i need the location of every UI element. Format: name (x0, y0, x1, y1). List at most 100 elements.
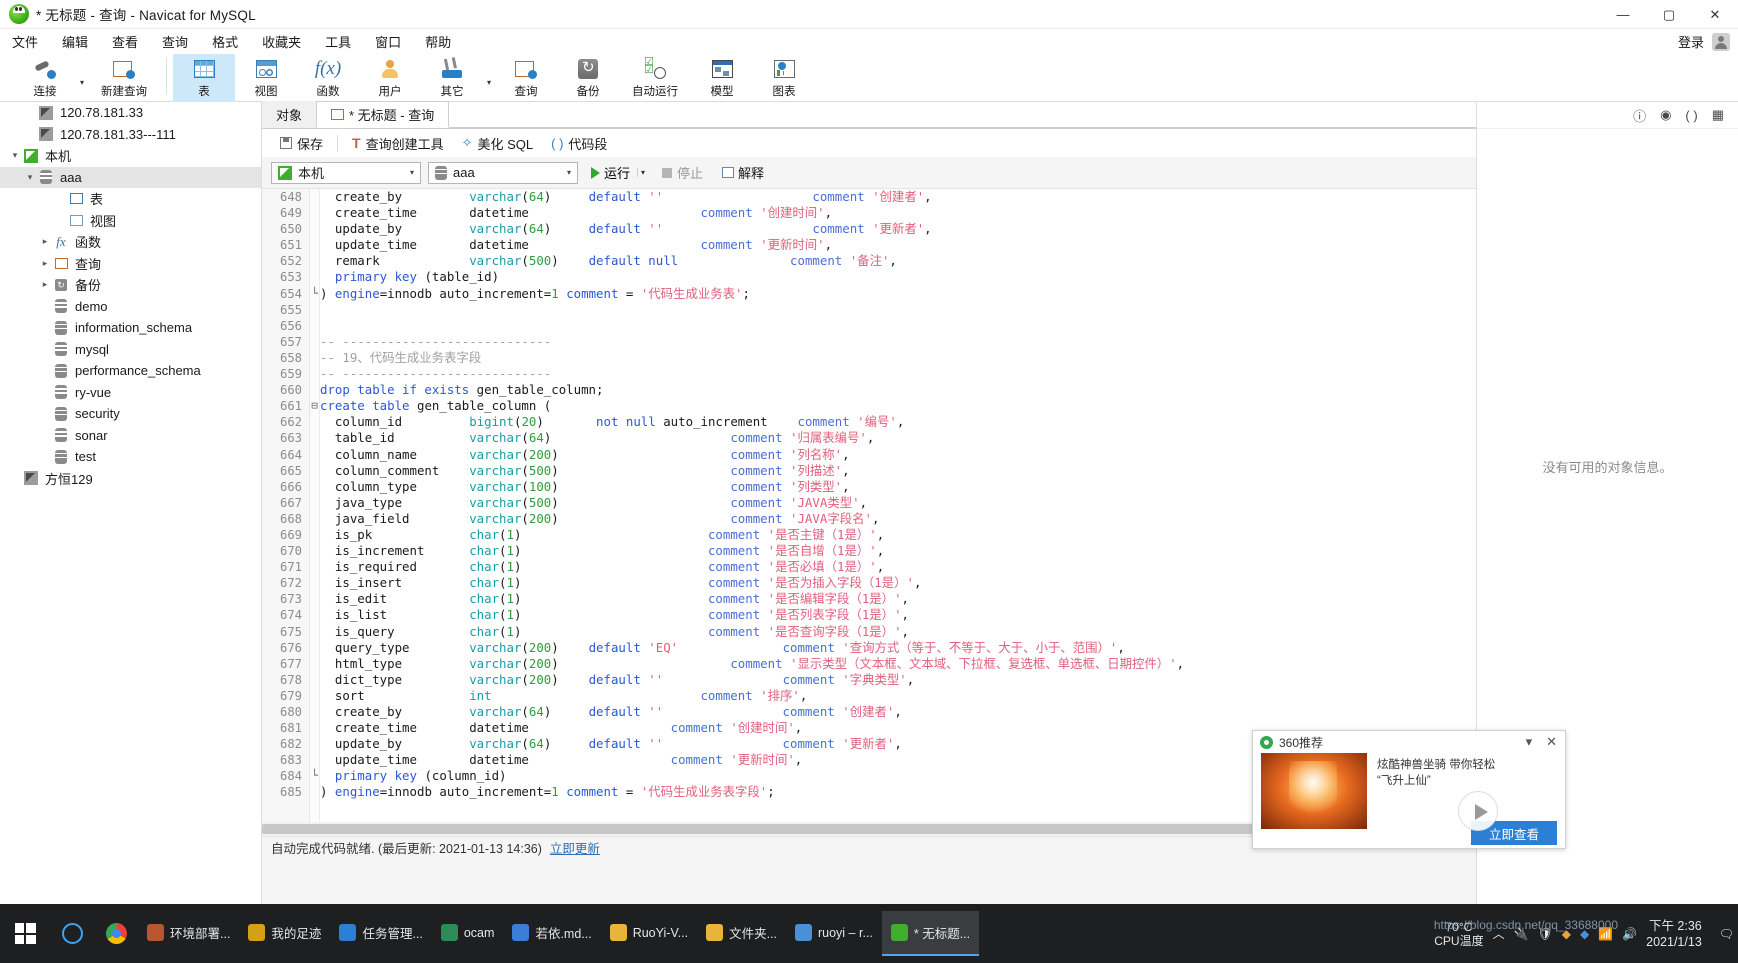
tree-item-8[interactable]: ↻ 备份 (0, 274, 261, 296)
braces-icon[interactable]: ( ) (1685, 108, 1697, 123)
menu-item-3[interactable]: 查询 (150, 29, 200, 54)
fold-marker[interactable] (310, 302, 319, 318)
fold-marker[interactable] (310, 559, 319, 575)
chrome-browser-button[interactable] (94, 904, 138, 963)
tree-item-14[interactable]: security (0, 403, 261, 425)
run-button[interactable]: 运行 ▾ (585, 161, 649, 184)
ribbon-button-other-tools[interactable]: 其它 (421, 54, 483, 102)
info-icon[interactable]: ⓘ (1633, 106, 1646, 125)
tree-item-7[interactable]: 查询 (0, 253, 261, 275)
database-select[interactable]: aaa ▾ (428, 161, 578, 184)
menu-item-8[interactable]: 帮助 (413, 29, 463, 54)
chevron-right-icon[interactable] (38, 258, 52, 269)
fold-marker[interactable] (310, 479, 319, 495)
fold-marker[interactable] (310, 624, 319, 640)
fold-marker[interactable] (310, 463, 319, 479)
chevron-down-icon[interactable]: ▾ (483, 54, 495, 102)
ribbon-button-table[interactable]: 表 (173, 54, 235, 102)
server-select[interactable]: 本机 ▾ (271, 161, 421, 184)
ribbon-button-function[interactable]: f(x) 函数 (297, 54, 359, 102)
menu-item-0[interactable]: 文件 (0, 29, 50, 54)
save-button[interactable]: 保存 (271, 132, 332, 155)
minimize-button[interactable]: — (1600, 0, 1646, 29)
ribbon-button-connection[interactable]: 连接 (14, 54, 76, 102)
tab-query[interactable]: * 无标题 - 查询 (316, 101, 450, 128)
fold-marker[interactable] (310, 543, 319, 559)
fold-marker[interactable] (310, 253, 319, 269)
tray-volume-icon[interactable]: 🔊 (1622, 927, 1637, 941)
tree-item-9[interactable]: demo (0, 296, 261, 318)
tree-item-11[interactable]: mysql (0, 339, 261, 361)
fold-marker[interactable] (310, 269, 319, 285)
tab-objects[interactable]: 对象 (262, 101, 317, 128)
login-label[interactable]: 登录 (1678, 32, 1704, 51)
tree-item-16[interactable]: test (0, 446, 261, 468)
explain-button[interactable]: 解释 (716, 161, 770, 184)
fold-marker[interactable] (310, 607, 319, 623)
fold-marker[interactable] (310, 784, 319, 800)
fold-column[interactable]: └ ⊟ └ (310, 189, 320, 822)
fold-marker[interactable] (310, 736, 319, 752)
edge-browser-button[interactable] (50, 904, 94, 963)
login-area[interactable]: 登录 (1678, 29, 1730, 54)
chevron-down-icon[interactable]: ▾ (637, 168, 645, 177)
fold-marker[interactable] (310, 189, 319, 205)
ad-popup[interactable]: 360推荐 ▾ ✕ 炫酷神兽坐骑 带你轻松 “飞升上仙” 立即查看 (1252, 730, 1566, 849)
maximize-button[interactable]: ▢ (1646, 0, 1692, 29)
menu-item-7[interactable]: 窗口 (363, 29, 413, 54)
scrollbar-thumb[interactable] (262, 824, 1402, 834)
fold-marker[interactable]: └ (310, 768, 319, 784)
fold-marker[interactable] (310, 511, 319, 527)
tree-item-6[interactable]: fx 函数 (0, 231, 261, 253)
fold-marker[interactable] (310, 221, 319, 237)
tree-item-12[interactable]: performance_schema (0, 360, 261, 382)
ribbon-button-query[interactable]: 查询 (495, 54, 557, 102)
chevron-right-icon[interactable] (38, 279, 52, 290)
taskbar-app-5[interactable]: 若依.md... (503, 911, 600, 956)
tree-item-15[interactable]: sonar (0, 425, 261, 447)
ribbon-button-automation[interactable]: 自动运行 (619, 54, 691, 102)
menu-item-5[interactable]: 收藏夹 (250, 29, 313, 54)
fold-marker[interactable] (310, 430, 319, 446)
taskbar-app-8[interactable]: ruoyi – r... (786, 911, 882, 956)
fold-marker[interactable] (310, 640, 319, 656)
ribbon-button-user[interactable]: 用户 (359, 54, 421, 102)
fold-marker[interactable] (310, 704, 319, 720)
fold-marker[interactable] (310, 382, 319, 398)
ad-close-icon[interactable]: ✕ (1542, 734, 1561, 750)
fold-marker[interactable] (310, 575, 319, 591)
tree-item-4[interactable]: 表 (0, 188, 261, 210)
close-button[interactable]: ✕ (1692, 0, 1738, 29)
fold-marker[interactable] (310, 656, 319, 672)
ribbon-button-view[interactable]: 视图 (235, 54, 297, 102)
ad-thumbnail[interactable] (1261, 753, 1367, 829)
tree-item-17[interactable]: 方恒129 (0, 468, 261, 490)
fold-marker[interactable] (310, 447, 319, 463)
grid-icon[interactable]: ▦ (1712, 107, 1724, 123)
notification-icon[interactable]: 🗨 (1719, 927, 1734, 941)
fold-marker[interactable] (310, 591, 319, 607)
chevron-right-icon[interactable] (38, 236, 52, 247)
ribbon-button-chart[interactable]: 图表 (753, 54, 815, 102)
query-builder-button[interactable]: T 查询创建工具 (343, 132, 453, 155)
fold-marker[interactable] (310, 672, 319, 688)
taskbar-app-0[interactable]: 环境部署... (138, 911, 239, 956)
menu-item-2[interactable]: 查看 (100, 29, 150, 54)
menu-item-1[interactable]: 编辑 (50, 29, 100, 54)
tree-item-13[interactable]: ry-vue (0, 382, 261, 404)
fold-marker[interactable] (310, 205, 319, 221)
fold-marker[interactable] (310, 527, 319, 543)
fold-marker[interactable] (310, 752, 319, 768)
ribbon-button-backup[interactable]: 备份 (557, 54, 619, 102)
tree-item-2[interactable]: 本机 (0, 145, 261, 167)
fold-marker[interactable] (310, 495, 319, 511)
beautify-sql-button[interactable]: ✧ 美化 SQL (453, 132, 543, 155)
ad-collapse-icon[interactable]: ▾ (1522, 734, 1537, 750)
tree-item-3[interactable]: aaa (0, 166, 261, 188)
chevron-down-icon[interactable] (23, 172, 37, 183)
fold-marker[interactable] (310, 318, 319, 334)
code-snippet-button[interactable]: ( ) 代码段 (542, 132, 616, 155)
fold-marker[interactable] (310, 237, 319, 253)
tree-item-5[interactable]: 视图 (0, 210, 261, 232)
taskbar-app-3[interactable]: 任务管理... (330, 911, 431, 956)
